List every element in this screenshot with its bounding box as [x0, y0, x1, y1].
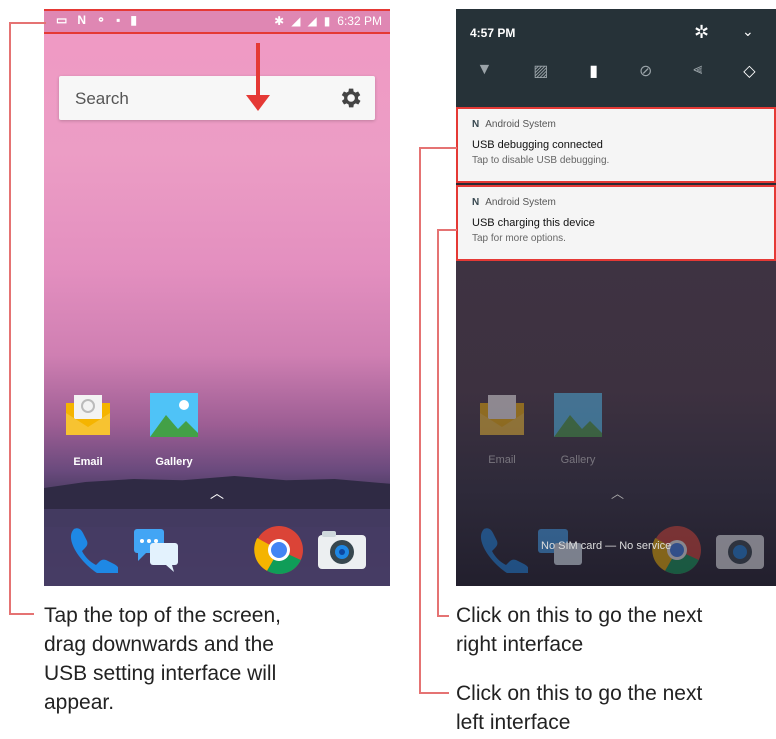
- email-app: Email: [478, 393, 532, 466]
- quick-settings-panel: 4:57 PM ✲ ⌄ ▼ ▨ ▮ ⊘ ⫷ ◇: [456, 9, 776, 107]
- callout-line-right1-top: [437, 229, 457, 231]
- caption-line: appear.: [44, 691, 115, 714]
- no-sim-status: No SIM card — No service: [541, 540, 672, 552]
- email-icon: [480, 395, 524, 435]
- settings-gear-icon[interactable]: ✲: [694, 22, 709, 43]
- android-system-icon: N: [472, 197, 480, 208]
- gallery-app[interactable]: Gallery: [150, 393, 204, 468]
- auto-rotate-icon[interactable]: ◇: [743, 61, 755, 81]
- caption-line: Click on this to go the next: [456, 682, 703, 705]
- notification-app-name: Android System: [485, 197, 556, 208]
- callout-line-right2-bottom: [419, 692, 449, 694]
- gallery-app: Gallery: [554, 393, 608, 466]
- notification-title: USB charging this device: [472, 217, 595, 229]
- quick-settings-tiles: ▼ ▨ ▮ ⊘ ⫷ ◇: [456, 61, 776, 81]
- callout-line-left-vertical: [9, 22, 11, 615]
- callout-line-right2-vertical: [419, 147, 421, 694]
- do-not-disturb-icon[interactable]: ⊘: [639, 61, 652, 81]
- caption-left: Tap the top of the screen, drag downward…: [44, 601, 281, 717]
- no-sim-icon[interactable]: ▨: [533, 61, 548, 81]
- caption-right-2: Click on this to go the next left interf…: [456, 679, 702, 737]
- notification-app-row: N Android System: [472, 119, 556, 130]
- drag-arrow-head: [246, 95, 270, 111]
- notification-app-row: N Android System: [472, 197, 556, 208]
- email-label: Email: [488, 454, 516, 466]
- callout-line-left-bottom: [9, 613, 34, 615]
- android-system-icon: N: [472, 119, 480, 130]
- caption-line: USB setting interface will: [44, 662, 277, 685]
- status-bar-highlight: [44, 9, 390, 34]
- notification-title: USB debugging connected: [472, 139, 603, 151]
- callout-line-right1-bottom: [437, 615, 449, 617]
- wifi-icon[interactable]: ▼: [476, 61, 492, 81]
- notification-subtitle: Tap for more options.: [472, 233, 566, 244]
- left-phone-screen: ▭ N ⚬ ▪ ▮ ✱ ◢ ◢ ▮ 6:32 PM Search Email G…: [44, 9, 390, 586]
- caption-line: right interface: [456, 633, 584, 656]
- caption-right-1: Click on this to go the next right inter…: [456, 601, 702, 659]
- caption-line: left interface: [456, 711, 571, 734]
- callout-line-left-top: [9, 22, 46, 24]
- caption-line: Tap the top of the screen,: [44, 604, 281, 627]
- phone-icon: [480, 528, 528, 573]
- chrome-icon[interactable]: [254, 525, 304, 575]
- email-label: Email: [73, 456, 103, 468]
- flashlight-icon[interactable]: ⫷: [693, 61, 702, 81]
- messaging-icon[interactable]: [132, 527, 180, 573]
- email-app[interactable]: Email: [64, 393, 118, 468]
- callout-line-right1-vertical: [437, 229, 439, 617]
- notification-app-name: Android System: [485, 119, 556, 130]
- notification-usb-charging[interactable]: N Android System USB charging this devic…: [456, 185, 776, 261]
- notification-subtitle: Tap to disable USB debugging.: [472, 155, 610, 166]
- phone-icon[interactable]: [66, 525, 118, 573]
- email-icon: [66, 395, 110, 435]
- drag-arrow-shaft: [256, 43, 260, 101]
- search-input[interactable]: Search: [75, 89, 129, 109]
- right-phone-screen: 4:57 PM ✲ ⌄ ▼ ▨ ▮ ⊘ ⫷ ◇ N Android System…: [456, 9, 776, 586]
- gallery-icon: [150, 393, 198, 437]
- gallery-label: Gallery: [560, 454, 596, 466]
- camera-icon: [716, 535, 764, 569]
- notification-usb-debugging[interactable]: N Android System USB debugging connected…: [456, 107, 776, 183]
- app-drawer-chevron-icon[interactable]: ︿: [210, 483, 224, 503]
- status-time: 4:57 PM: [470, 26, 516, 40]
- caption-line: drag downwards and the: [44, 633, 274, 656]
- gallery-icon: [554, 393, 602, 437]
- battery-icon[interactable]: ▮: [589, 61, 598, 81]
- callout-line-right2-top: [419, 147, 457, 149]
- app-drawer-chevron-icon: ︿: [611, 486, 625, 501]
- gear-icon[interactable]: [337, 85, 363, 111]
- chevron-down-icon[interactable]: ⌄: [742, 23, 754, 40]
- caption-line: Click on this to go the next: [456, 604, 703, 627]
- camera-icon[interactable]: [316, 529, 368, 571]
- search-bar[interactable]: Search: [59, 76, 375, 120]
- gallery-label: Gallery: [155, 456, 193, 468]
